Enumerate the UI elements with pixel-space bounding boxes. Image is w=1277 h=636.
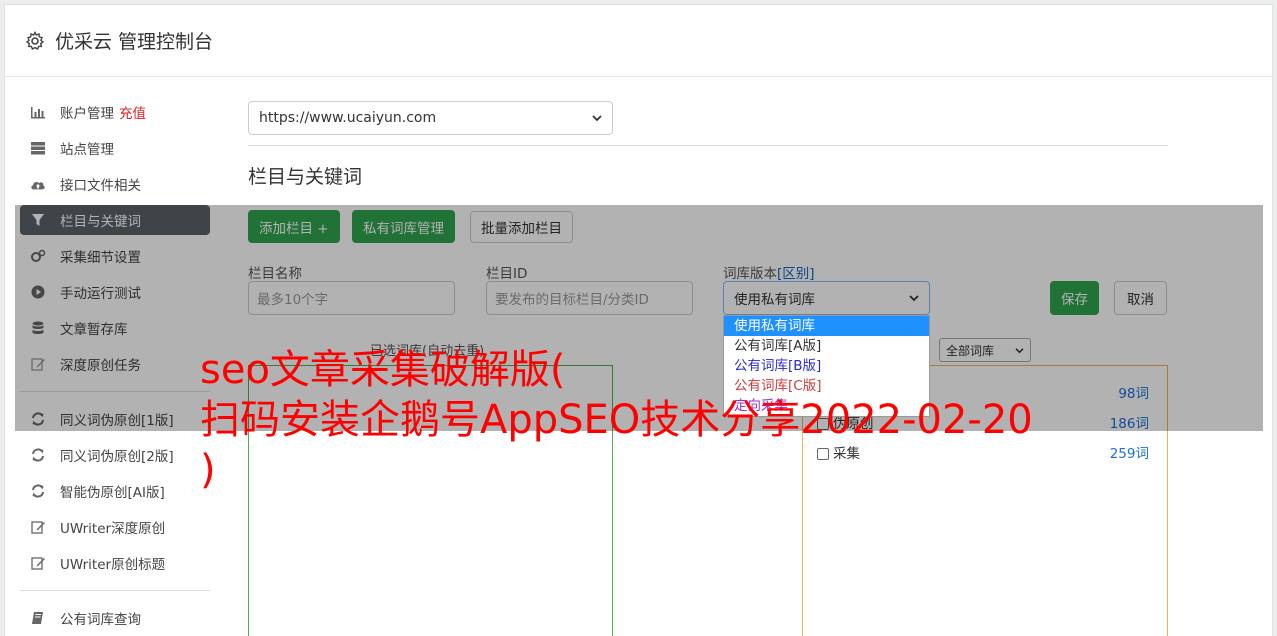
sidebar-item-sites[interactable]: 站点管理 [20,133,210,163]
watermark-line: ) [200,447,216,493]
chevron-down-icon [592,115,602,122]
sidebar-item-uwriter-title[interactable]: UWriter原创标题 [20,548,210,578]
book-icon [30,610,46,626]
sidebar-item-public-lib[interactable]: 公有词库查询 [20,603,210,633]
sidebar-item-label: 账户管理 [60,106,114,122]
sidebar-item-label: 同义词伪原创[2版] [60,449,174,465]
site-select-value: https://www.ucaiyun.com [259,110,437,126]
section-divider [248,145,1168,146]
refresh-icon [30,447,46,463]
server-icon [30,140,46,156]
watermark-line: seo文章采集破解版( [200,347,566,393]
refresh-icon [30,483,46,499]
page-title: 优采云 管理控制台 [55,31,214,53]
watermark-text: seo文章采集破解版( 扫码安装企鹅号AppSEO技术分享2022-02-20 … [200,345,1033,495]
edit-icon [30,555,46,571]
site-select[interactable]: https://www.ucaiyun.com [248,101,613,135]
watermark-line: 扫码安装企鹅号AppSEO技术分享2022-02-20 [200,397,1033,443]
sidebar-item-label: 公有词库查询 [60,612,141,628]
sidebar-item-label: UWriter深度原创 [60,521,166,537]
gear-icon [25,30,45,50]
edit-icon [30,519,46,535]
sidebar-item-account[interactable]: 账户管理 充值 [20,97,210,127]
section-title: 栏目与关键词 [248,166,363,188]
sidebar-item-ai-rewrite[interactable]: 智能伪原创[AI版] [20,476,210,506]
sidebar-item-uwriter-deep[interactable]: UWriter深度原创 [20,512,210,542]
library-count: 259词 [1109,446,1149,462]
sidebar-item-interface[interactable]: 接口文件相关 [20,169,210,199]
main-content: https://www.ucaiyun.com 栏目与关键词 [248,101,1168,189]
bar-chart-icon [30,104,46,120]
sidebar-divider [20,590,210,591]
cloud-upload-icon [30,176,46,192]
sidebar-item-label: 接口文件相关 [60,178,141,194]
page-header: 优采云 管理控制台 [5,5,1272,77]
sidebar-item-label: 站点管理 [60,142,114,158]
sidebar-item-label: UWriter原创标题 [60,557,166,573]
recharge-link[interactable]: 充值 [119,102,146,122]
sidebar-item-synonym-v2[interactable]: 同义词伪原创[2版] [20,440,210,470]
sidebar-item-label: 智能伪原创[AI版] [60,485,165,501]
dropdown-option-private[interactable]: 使用私有词库 [724,316,929,336]
